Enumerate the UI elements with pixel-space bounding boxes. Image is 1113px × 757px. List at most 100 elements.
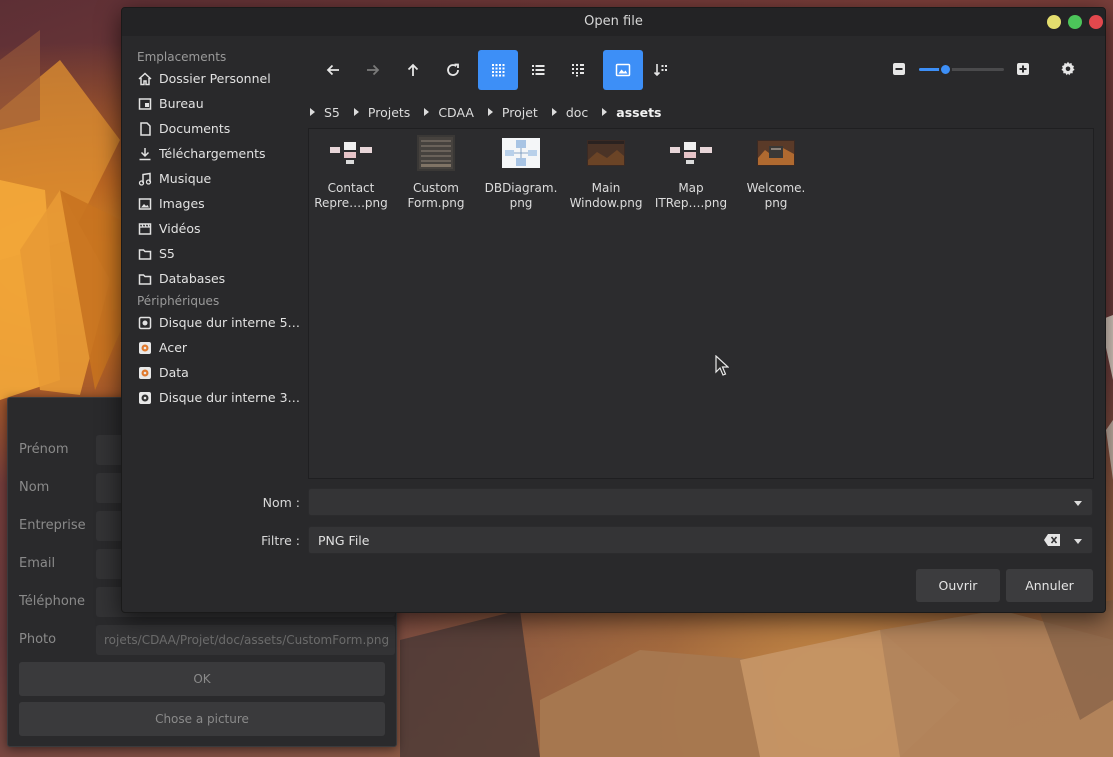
breadcrumb-item[interactable]: S5: [310, 105, 340, 120]
chevron-down-icon[interactable]: [1074, 539, 1082, 544]
grid-view-button[interactable]: [478, 50, 518, 90]
minimize-button[interactable]: [1047, 15, 1061, 29]
file-grid[interactable]: Contact Repre….png Custom Form.png DBDiagr…: [308, 128, 1094, 479]
photo-path-field[interactable]: rojets/CDAA/Projet/doc/assets/CustomForm…: [96, 625, 395, 655]
mouse-cursor-icon: [715, 355, 729, 377]
back-button[interactable]: [313, 50, 353, 90]
file-item[interactable]: Main Window.png: [564, 135, 648, 211]
zoom-slider-handle[interactable]: [938, 63, 952, 76]
chevron-down-icon[interactable]: [1074, 501, 1082, 506]
name-label: Nom :: [262, 495, 300, 510]
file-thumbnail: [564, 135, 648, 171]
sidebar-item-label: Vidéos: [159, 221, 201, 236]
sidebar-item-label: Bureau: [159, 96, 204, 111]
dialog-titlebar[interactable]: Open file: [122, 8, 1105, 36]
file-name: Main Window.png: [564, 181, 648, 211]
zoom-in-icon: [1016, 62, 1030, 76]
sidebar-item-label: Dossier Personnel: [159, 71, 271, 86]
breadcrumb-item[interactable]: CDAA: [424, 105, 474, 120]
list-view-button[interactable]: [518, 50, 558, 90]
breadcrumb-item[interactable]: Projet: [487, 104, 538, 120]
forward-icon: [365, 62, 381, 78]
compact-view-icon: [570, 62, 586, 78]
breadcrumb-item[interactable]: doc: [551, 104, 589, 120]
file-name: Contact Repre….png: [309, 181, 393, 211]
sidebar-item-home[interactable]: Dossier Personnel: [137, 66, 305, 91]
file-thumbnail: [734, 135, 818, 171]
sidebar-item-data[interactable]: Data: [137, 360, 305, 385]
open-button[interactable]: Ouvrir: [916, 569, 1000, 602]
file-item[interactable]: Custom Form.png: [394, 135, 478, 211]
file-name: DBDiagram. png: [479, 181, 563, 211]
choose-picture-button[interactable]: Chose a picture: [19, 702, 385, 736]
cancel-button[interactable]: Annuler: [1006, 569, 1093, 602]
maximize-button[interactable]: [1068, 15, 1082, 29]
breadcrumb-item[interactable]: Projets: [353, 105, 410, 120]
breadcrumb: S5 Projets CDAA Projet doc assets: [310, 100, 676, 124]
filename-combo[interactable]: [308, 488, 1093, 516]
settings-button[interactable]: [1060, 61, 1076, 77]
sidebar-item-disk-37[interactable]: Disque dur interne 37,1 …: [137, 385, 305, 410]
sidebar-item-label: Téléchargements: [159, 146, 266, 161]
file-thumbnail: [479, 135, 563, 171]
forward-button[interactable]: [353, 50, 393, 90]
zoom-slider[interactable]: [919, 63, 1004, 76]
breadcrumb-arrow-icon: [602, 108, 608, 116]
file-thumbnail: [309, 135, 393, 171]
sidebar-item-s5[interactable]: S5: [137, 241, 305, 266]
gear-icon: [1060, 61, 1076, 77]
breadcrumb-arrow-icon: [551, 108, 557, 116]
file-item[interactable]: Map ITRep….png: [649, 135, 733, 211]
back-icon: [325, 62, 341, 78]
refresh-button[interactable]: [433, 50, 473, 90]
file-item[interactable]: Welcome. png: [734, 135, 818, 211]
file-name-line: Custom: [413, 181, 459, 195]
close-button[interactable]: [1089, 15, 1103, 29]
file-name-line: Repre….png: [314, 196, 388, 210]
file-item[interactable]: Contact Repre….png: [309, 135, 393, 211]
image-preview-icon: [615, 62, 631, 78]
clear-icon[interactable]: [1044, 534, 1060, 546]
sidebar-item-videos[interactable]: Vidéos: [137, 216, 305, 241]
breadcrumb-label: Projet: [501, 104, 538, 120]
folder-icon: [137, 246, 153, 262]
ok-button[interactable]: OK: [19, 662, 385, 696]
refresh-icon: [445, 62, 461, 78]
sidebar-item-disk-585[interactable]: Disque dur interne 585,9…: [137, 310, 305, 335]
sidebar-item-documents[interactable]: Documents: [137, 116, 305, 141]
zoom-in-button[interactable]: [1016, 62, 1030, 76]
compact-view-button[interactable]: [558, 50, 598, 90]
image-preview-toggle[interactable]: [603, 50, 643, 90]
sidebar-item-label: S5: [159, 246, 175, 261]
file-name: Welcome. png: [734, 181, 818, 211]
filter-combo[interactable]: PNG File: [308, 526, 1093, 554]
up-icon: [405, 62, 421, 78]
sidebar-item-desktop[interactable]: Bureau: [137, 91, 305, 116]
file-name-line: png: [509, 196, 533, 210]
file-name-line: DBDiagram.: [484, 181, 558, 195]
sidebar-item-images[interactable]: Images: [137, 191, 305, 216]
filter-label: Filtre :: [261, 533, 300, 548]
sort-button[interactable]: [641, 50, 681, 90]
firstname-label: Prénom: [19, 442, 69, 457]
sidebar-item-acer[interactable]: Acer: [137, 335, 305, 360]
breadcrumb-label: doc: [565, 104, 589, 120]
sidebar-item-databases[interactable]: Databases: [137, 266, 305, 291]
zoom-out-button[interactable]: [892, 62, 906, 76]
breadcrumb-label: CDAA: [438, 104, 474, 120]
sidebar-item-label: Disque dur interne 37,1 …: [159, 390, 305, 405]
file-name-line: Main: [591, 181, 621, 195]
sidebar-item-music[interactable]: Musique: [137, 166, 305, 191]
up-button[interactable]: [393, 50, 433, 90]
breadcrumb-item-current[interactable]: assets: [602, 105, 662, 120]
sidebar-item-label: Disque dur interne 585,9…: [159, 315, 305, 330]
file-name: Map ITRep….png: [649, 181, 733, 211]
sidebar-item-label: Databases: [159, 271, 226, 286]
zoom-out-icon: [892, 62, 906, 76]
hard-disk-icon: [137, 315, 153, 331]
filter-value: PNG File: [318, 533, 370, 548]
places-sidebar: Emplacements Dossier Personnel Bureau Do…: [122, 36, 307, 476]
file-item[interactable]: DBDiagram. png: [479, 135, 563, 211]
sidebar-item-downloads[interactable]: Téléchargements: [137, 141, 305, 166]
dialog-title: Open file: [584, 14, 643, 29]
